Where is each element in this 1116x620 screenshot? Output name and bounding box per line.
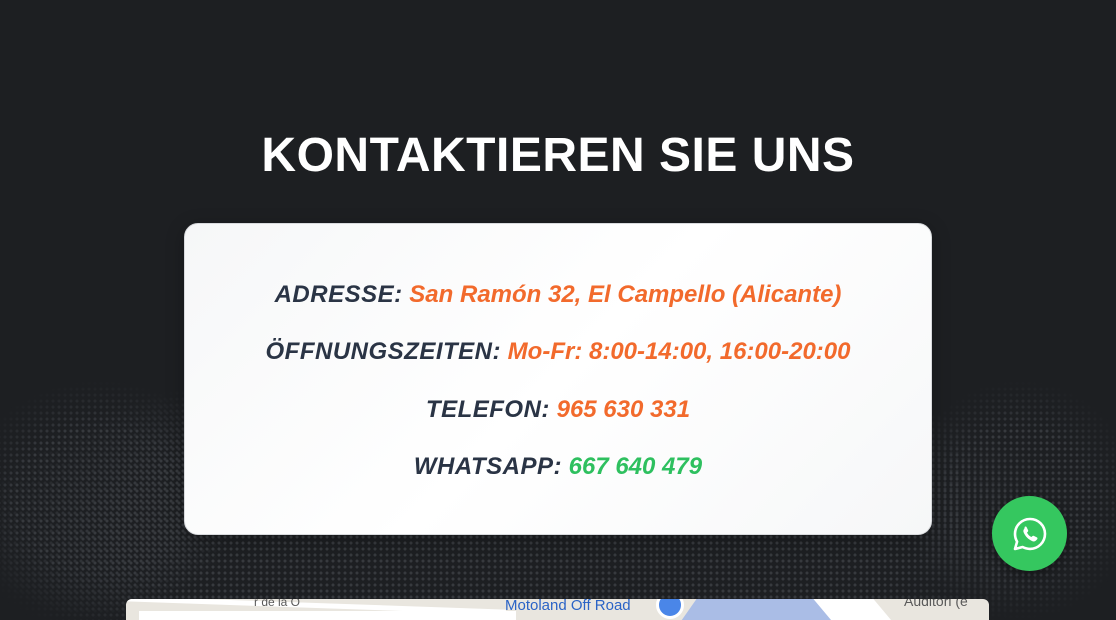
phone-label: TELEFON: bbox=[425, 396, 550, 423]
map-street-label: r de la O bbox=[254, 599, 301, 609]
section-title: KONTAKTIEREN SIE UNS bbox=[261, 129, 855, 182]
whatsapp-label: WHATSAPP: bbox=[413, 453, 562, 480]
contact-section: KONTAKTIEREN SIE UNS ADRESSE: San Ramón … bbox=[0, 0, 1116, 620]
phone-row: TELEFON: 965 630 331 bbox=[185, 396, 931, 424]
hours-row: ÖFFNUNGSZEITEN: Mo-Fr: 8:00-14:00, 16:00… bbox=[185, 338, 931, 366]
google-map-embed[interactable]: r de la O Motoland Off Road Auditori (e bbox=[126, 599, 989, 620]
whatsapp-float-button[interactable] bbox=[992, 496, 1067, 571]
contact-card: ADRESSE: San Ramón 32, El Campello (Alic… bbox=[184, 223, 932, 535]
address-value[interactable]: San Ramón 32, El Campello (Alicante) bbox=[409, 281, 841, 308]
map-place-label: Auditori (e bbox=[904, 599, 968, 609]
map-info-panel bbox=[139, 611, 516, 620]
phone-link[interactable]: 965 630 331 bbox=[557, 396, 690, 423]
hours-value: Mo-Fr: 8:00-14:00, 16:00-20:00 bbox=[507, 338, 851, 365]
address-row: ADRESSE: San Ramón 32, El Campello (Alic… bbox=[185, 281, 931, 309]
map-poi-label[interactable]: Motoland Off Road bbox=[505, 599, 631, 614]
whatsapp-link[interactable]: 667 640 479 bbox=[569, 453, 702, 480]
address-label: ADRESSE: bbox=[274, 281, 403, 308]
whatsapp-row: WHATSAPP: 667 640 479 bbox=[185, 453, 931, 481]
world-map-background-right bbox=[900, 380, 1116, 620]
hours-label: ÖFFNUNGSZEITEN: bbox=[265, 338, 501, 365]
whatsapp-icon bbox=[1013, 517, 1046, 550]
map-pin-icon[interactable] bbox=[656, 599, 684, 619]
